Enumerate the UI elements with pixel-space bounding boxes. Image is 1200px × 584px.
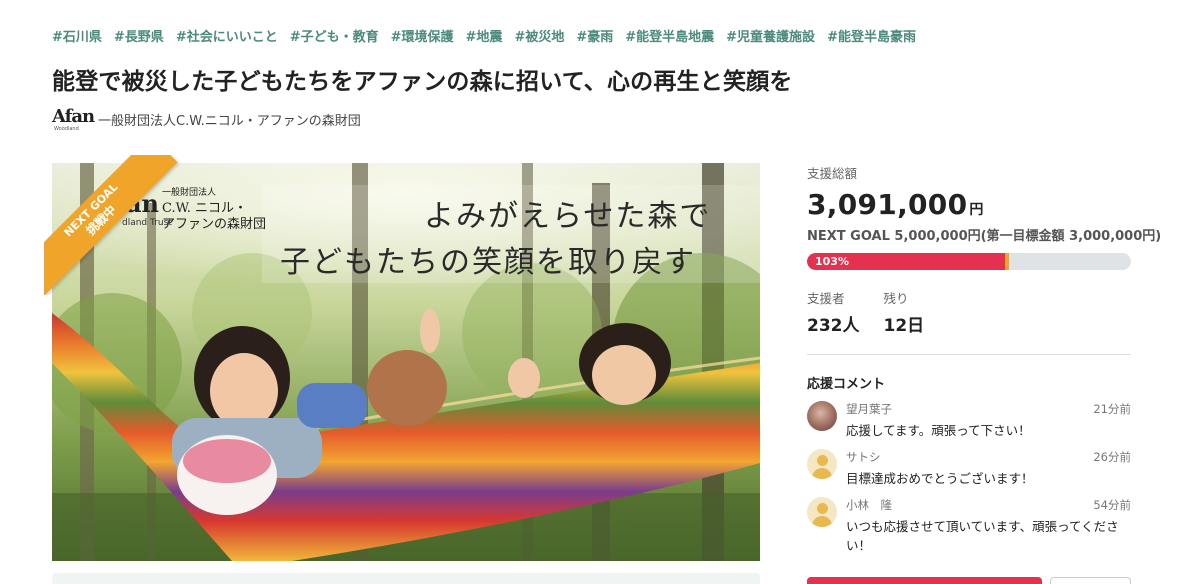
- supporters-label: 支援者: [807, 291, 845, 306]
- organization-logo-subtext: Woodland: [54, 126, 79, 132]
- organization-info[interactable]: Afan Woodland 一般財団法人C.W.ニコル・アファンの森財団: [52, 106, 361, 132]
- tag-link[interactable]: #能登半島地震: [625, 26, 714, 45]
- organization-name[interactable]: 一般財団法人C.W.ニコル・アファンの森財団: [98, 110, 361, 129]
- next-goal-ribbon: NEXT GOAL 挑戦中: [44, 155, 184, 295]
- comment-item: 望月葉子 21分前 応援してます。頑張って下さい！: [807, 401, 1131, 440]
- tag-link[interactable]: #石川県: [52, 26, 102, 45]
- favorite-button[interactable]: [1050, 577, 1131, 584]
- progress-label: 103%: [815, 255, 849, 268]
- remaining-stat: 残り 12日: [884, 288, 925, 336]
- tag-link[interactable]: #能登半島豪雨: [827, 26, 916, 45]
- tag-list: #石川県 #長野県 #社会にいいこと #子ども・教育 #環境保護 #地震 #被災…: [52, 26, 916, 45]
- remaining-value: 12日: [883, 316, 925, 336]
- project-title: 能登で被災した子どもたちをアファンの森に招いて、心の再生と笑顔を: [52, 69, 793, 95]
- remaining-label: 残り: [883, 291, 909, 306]
- support-button[interactable]: [807, 577, 1042, 584]
- tag-link[interactable]: #社会にいいこと: [176, 26, 278, 45]
- tag-link[interactable]: #長野県: [114, 26, 164, 45]
- tag-link[interactable]: #地震: [466, 26, 503, 45]
- tag-link[interactable]: #豪雨: [576, 26, 613, 45]
- divider: [807, 354, 1131, 355]
- tag-link[interactable]: #被災地: [514, 26, 564, 45]
- stats-row: 支援者 232人 残り 12日: [807, 288, 1131, 336]
- total-unit: 円: [969, 202, 984, 218]
- comment-body: 望月葉子 21分前 応援してます。頑張って下さい！: [846, 401, 1131, 440]
- supporters-stat: 支援者 232人: [807, 288, 860, 336]
- progress-marker: [1005, 253, 1010, 270]
- default-avatar-icon[interactable]: [807, 449, 837, 479]
- tag-link[interactable]: #子ども・教育: [290, 26, 379, 45]
- total-label: 支援総額: [807, 166, 858, 181]
- comment-author[interactable]: サトシ: [846, 449, 881, 465]
- comments-title: 応援コメント: [807, 377, 886, 392]
- ribbon-band: NEXT GOAL 挑戦中: [44, 155, 178, 295]
- tag-link[interactable]: #児童養護施設: [726, 26, 815, 45]
- comment-header: 小林 隆 54分前: [846, 497, 1131, 513]
- comment-time: 21分前: [1093, 402, 1131, 416]
- comment-header: サトシ 26分前: [846, 449, 1131, 465]
- comment-text: 応援してます。頑張って下さい！: [846, 423, 1031, 438]
- comment-time: 26分前: [1093, 450, 1131, 464]
- default-avatar-icon[interactable]: [807, 497, 837, 527]
- comment-text: いつも応援させて頂いています、頑張ってください！: [846, 519, 1119, 553]
- comment-author[interactable]: 望月葉子: [846, 401, 892, 417]
- comment-author[interactable]: 小林 隆: [846, 497, 892, 513]
- comment-text: 目標達成おめでとうございます！: [846, 471, 1034, 486]
- comment-header: 望月葉子 21分前: [846, 401, 1131, 417]
- progress-bar: 103%: [807, 253, 1131, 270]
- funding-panel: 支援総額 3,091,000 円 NEXT GOAL 5,000,000円(第一目…: [807, 163, 1162, 555]
- comment-item: 小林 隆 54分前 いつも応援させて頂いています、頑張ってください！: [807, 497, 1131, 555]
- organization-logo[interactable]: Afan Woodland: [52, 106, 95, 132]
- total-amount: 3,091,000: [807, 188, 968, 221]
- comment-body: サトシ 26分前 目標達成おめでとうございます！: [846, 449, 1131, 488]
- comment-time: 54分前: [1093, 498, 1131, 512]
- comment-item: サトシ 26分前 目標達成おめでとうございます！: [807, 449, 1131, 488]
- total-row: 3,091,000 円: [807, 188, 1131, 221]
- organization-logo-text: Afan: [52, 106, 95, 127]
- supporters-value: 232人: [807, 316, 860, 336]
- hero-footer-bar: [52, 573, 760, 584]
- next-goal-text: NEXT GOAL 5,000,000円(第一目標金額 3,000,000円): [807, 229, 1162, 244]
- avatar[interactable]: [807, 401, 837, 431]
- tag-link[interactable]: #環境保護: [391, 26, 454, 45]
- comment-body: 小林 隆 54分前 いつも応援させて頂いています、頑張ってください！: [846, 497, 1131, 555]
